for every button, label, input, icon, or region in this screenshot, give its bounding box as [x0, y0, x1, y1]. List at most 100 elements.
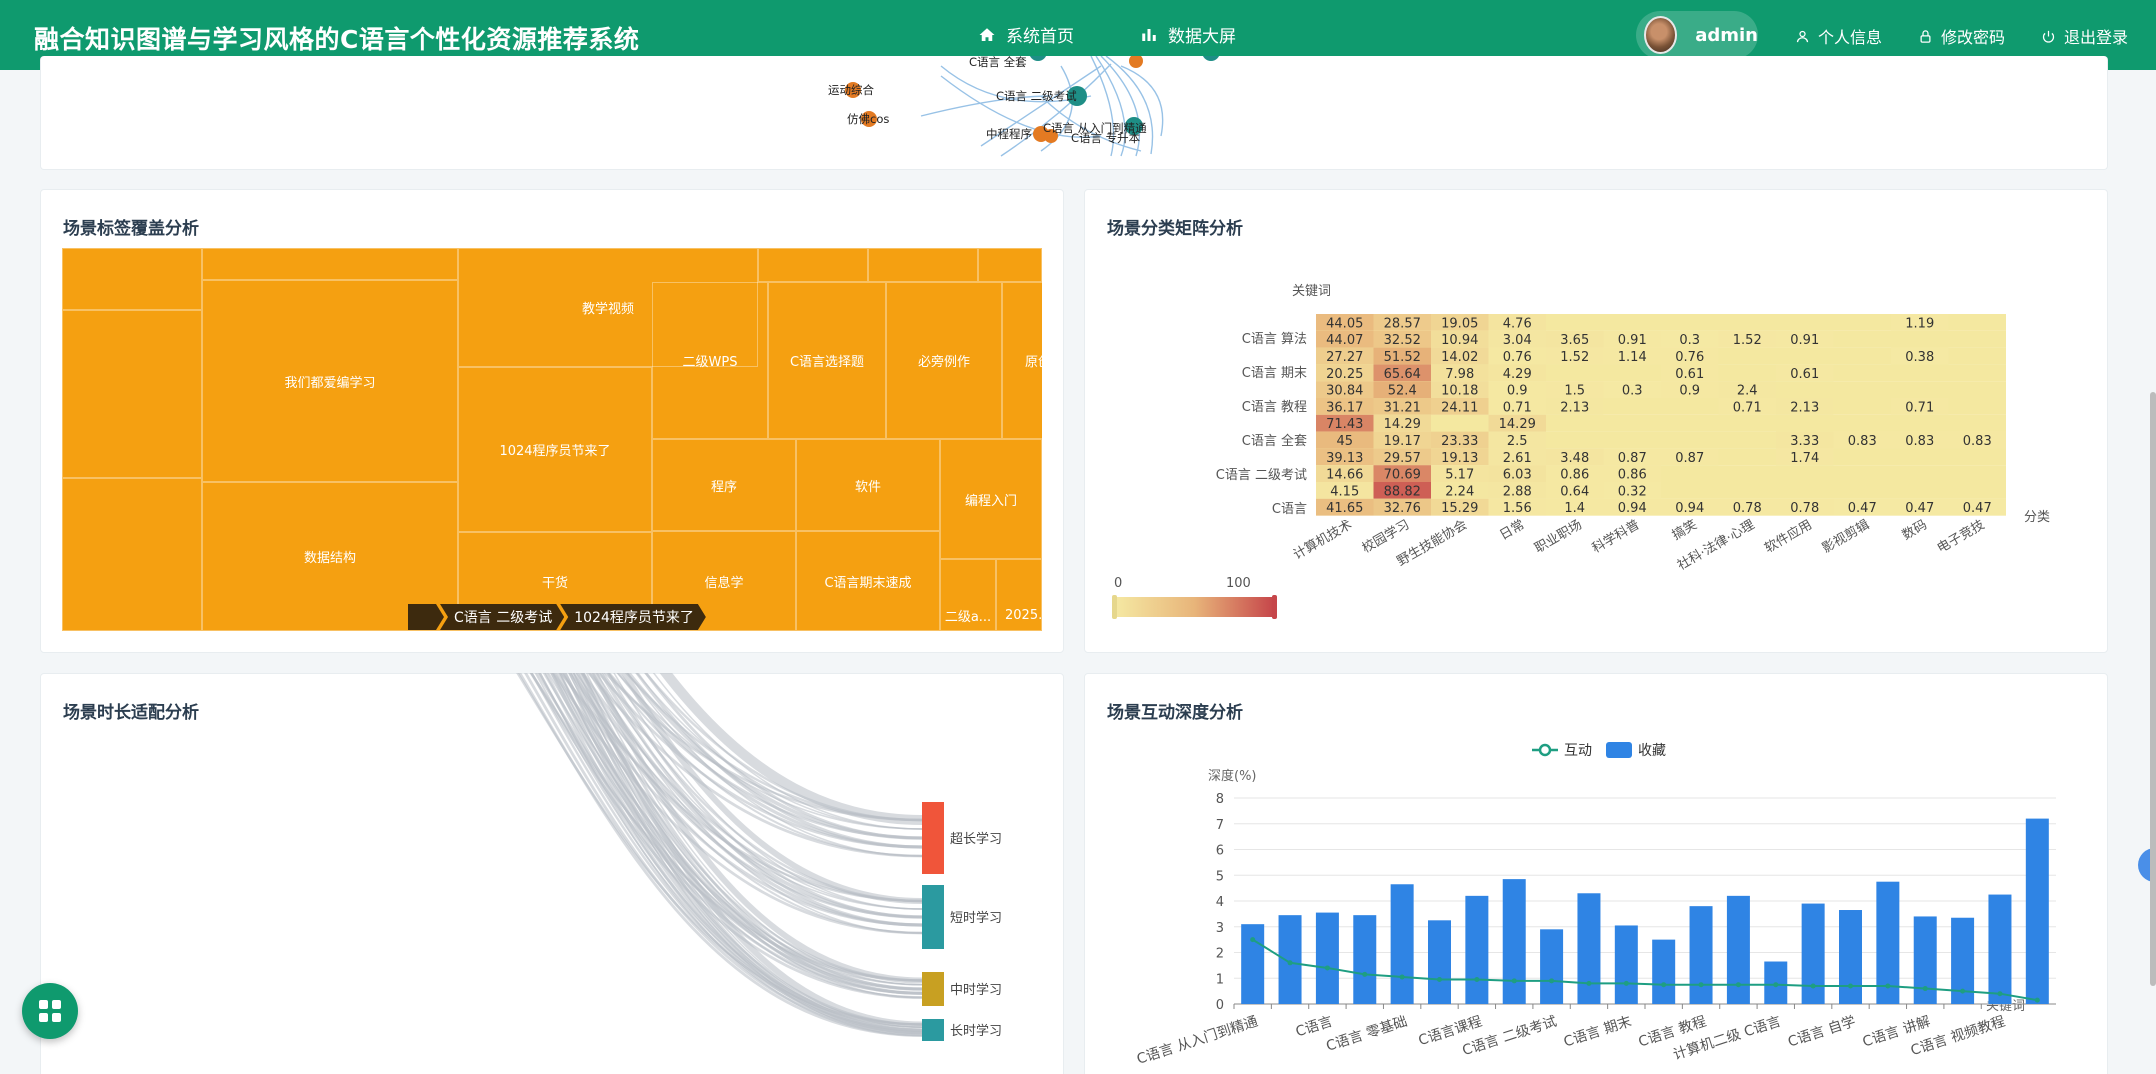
interaction-point [1922, 986, 1928, 992]
heatmap-cell-value: 2.13 [1790, 400, 1819, 415]
treemap-cell[interactable]: 二级a... [940, 559, 996, 631]
favorite-bar [1801, 903, 1825, 1004]
knowledge-graph[interactable]: 运动综合 仿佛cos C语言 二级考试 C语言 从入门到精通 中程程序 C语言 … [41, 56, 2109, 170]
treemap-cell[interactable]: 软件 [796, 439, 940, 531]
treemap-cell[interactable]: 2025... [996, 559, 1042, 631]
heatmap-cell-value: 14.66 [1326, 468, 1363, 483]
heatmap-x-label: 影视剪辑 [1819, 517, 1872, 557]
treemap-cell[interactable]: 程序 [652, 439, 796, 531]
treemap-cell[interactable]: 编程入门 [940, 439, 1042, 559]
treemap-cell[interactable]: C语言期末速成 [796, 531, 940, 631]
heatmap-cell-value: 0.9 [1679, 384, 1700, 399]
heatmap-x-label: 计算机技术 [1291, 517, 1355, 562]
sankey-link [523, 673, 923, 1035]
heatmap-cell-value: 19.05 [1441, 316, 1478, 331]
heatmap-cell-value: 2.61 [1503, 451, 1532, 466]
heatmap-cell-value: 0.86 [1618, 468, 1647, 483]
graph-node-label: C语言 专升本 [1071, 131, 1141, 145]
interaction-point [1511, 978, 1517, 984]
interaction-point [1586, 980, 1592, 986]
user-menu[interactable]: admin [1636, 11, 1758, 59]
treemap-cell[interactable] [758, 248, 868, 282]
bar-x-label: C语言 从入门到精通 [1135, 1014, 1260, 1068]
heatmap-cell-value: 71.43 [1326, 417, 1363, 432]
breadcrumb-item[interactable]: C语言 二级考试 [440, 604, 564, 630]
heatmap-cell-value: 0.78 [1733, 501, 1762, 516]
heatmap-y-label: C语言 算法 [1242, 332, 1307, 347]
heatmap-cell-value: 0.86 [1560, 468, 1589, 483]
bar-x-label: C语言 期末 [1562, 1014, 1634, 1051]
heatmap-cell-value: 0.38 [1905, 350, 1934, 365]
treemap-cell[interactable] [978, 248, 1042, 282]
interaction-point [1399, 974, 1405, 980]
treemap-title: 场景标签覆盖分析 [63, 219, 199, 239]
favorite-bar [1278, 915, 1302, 1004]
graph-node-label: 中程程序 [986, 127, 1032, 141]
visual-map-handle-min[interactable] [1112, 595, 1117, 619]
visual-map-handle-max[interactable] [1272, 595, 1277, 619]
heatmap-cell-value: 2.5 [1507, 434, 1528, 449]
sankey-target-node [922, 885, 944, 949]
tag-treemap[interactable]: 我们都爱编学习 数据结构 教学视频 1024程序员节来了 干货 二级WPS C语… [62, 248, 1042, 631]
logout-link[interactable]: 退出登录 [2041, 24, 2128, 48]
heatmap-cell-value: 0.32 [1618, 484, 1647, 499]
scene-category-heatmap[interactable]: 关键词 分类 44.05 28.57 19.05 4.76 1.19 44.07 32.52… [1084, 189, 2124, 649]
profile-link[interactable]: 个人信息 [1795, 24, 1882, 48]
app-title: 融合知识图谱与学习风格的C语言个性化资源推荐系统 [34, 25, 640, 54]
treemap-cell[interactable]: 原创 [1002, 282, 1042, 439]
treemap-cell[interactable]: 1024程序员节来了 [458, 367, 652, 532]
heatmap-cell-value: 3.65 [1560, 333, 1589, 348]
treemap-cell[interactable]: 必旁例作 [886, 282, 1002, 439]
heatmap-x-label: 科学科普 [1589, 517, 1642, 557]
treemap-cell[interactable]: 二级WPS [652, 282, 768, 439]
legend-interaction: 互动 [1564, 743, 1592, 759]
favorite-bar [1988, 894, 2012, 1004]
heatmap-cell-value: 0.78 [1790, 501, 1819, 516]
treemap-cell[interactable] [868, 248, 978, 282]
interaction-depth-chart[interactable]: 互动 收藏 深度(%) 关键词 012345678 C语言 从入门到精通 C语言C… [1084, 673, 2108, 1074]
nav-dashboard[interactable]: 数据大屏 [1140, 22, 1236, 47]
treemap-cell[interactable] [202, 248, 458, 280]
treemap-cell[interactable] [62, 310, 202, 478]
scrollbar[interactable] [2150, 392, 2156, 986]
heatmap-cell-value: 51.52 [1384, 350, 1421, 365]
heatmap-cell-value: 0.47 [1905, 501, 1934, 516]
chart-legend[interactable]: 互动 收藏 [1532, 742, 1666, 759]
heatmap-cell-value: 3.33 [1790, 434, 1819, 449]
heatmap-cell-value: 4.29 [1503, 367, 1532, 382]
nav-home[interactable]: 系统首页 [978, 22, 1074, 47]
treemap-cell[interactable] [62, 248, 202, 310]
sankey-target-label: 超长学习 [950, 831, 1002, 847]
interaction-point [1549, 978, 1555, 984]
heatmap-cell-value: 0.94 [1675, 501, 1704, 516]
sankey-link [644, 673, 923, 822]
heatmap-cell-value: 52.4 [1388, 384, 1417, 399]
change-password-link[interactable]: 修改密码 [1918, 24, 2005, 48]
heatmap-x-label: 搞笑 [1669, 517, 1700, 544]
heatmap-cell-value: 0.71 [1733, 400, 1762, 415]
interaction-point [1810, 983, 1816, 989]
breadcrumb-item[interactable]: 1024程序员节来了 [560, 604, 706, 630]
legend-favorite: 收藏 [1638, 743, 1666, 759]
legend-bar-marker [1606, 742, 1632, 758]
breadcrumb-root[interactable] [408, 604, 444, 630]
favorite-bar [1315, 912, 1339, 1004]
treemap-cell[interactable]: C语言选择题 [768, 282, 886, 439]
favorite-bar [1465, 895, 1489, 1004]
interaction-point [1997, 991, 2003, 997]
heatmap-cell-value: 45 [1336, 434, 1353, 449]
treemap-cell[interactable] [62, 478, 202, 631]
sankey-link [581, 673, 923, 903]
heatmap-cell-value: 1.5 [1564, 384, 1585, 399]
lock-icon [1920, 29, 1931, 43]
heatmap-cell-value: 0.3 [1679, 333, 1700, 348]
interaction-point [1250, 937, 1256, 943]
treemap-cell[interactable]: 我们都爱编学习 [202, 280, 458, 482]
heatmap-cell-value: 0.9 [1507, 384, 1528, 399]
visual-map-bar[interactable] [1114, 597, 1274, 617]
profile-label: 个人信息 [1818, 28, 1883, 47]
favorite-bar [1577, 893, 1601, 1004]
apps-menu-button[interactable] [22, 983, 78, 1039]
graph-node-label: C语言 全套 [969, 56, 1027, 69]
duration-sankey[interactable]: C语言C语言 全套C语言 程序设计C语言 数据结构C语言 从入门到精通C语言 自… [40, 673, 1064, 1074]
